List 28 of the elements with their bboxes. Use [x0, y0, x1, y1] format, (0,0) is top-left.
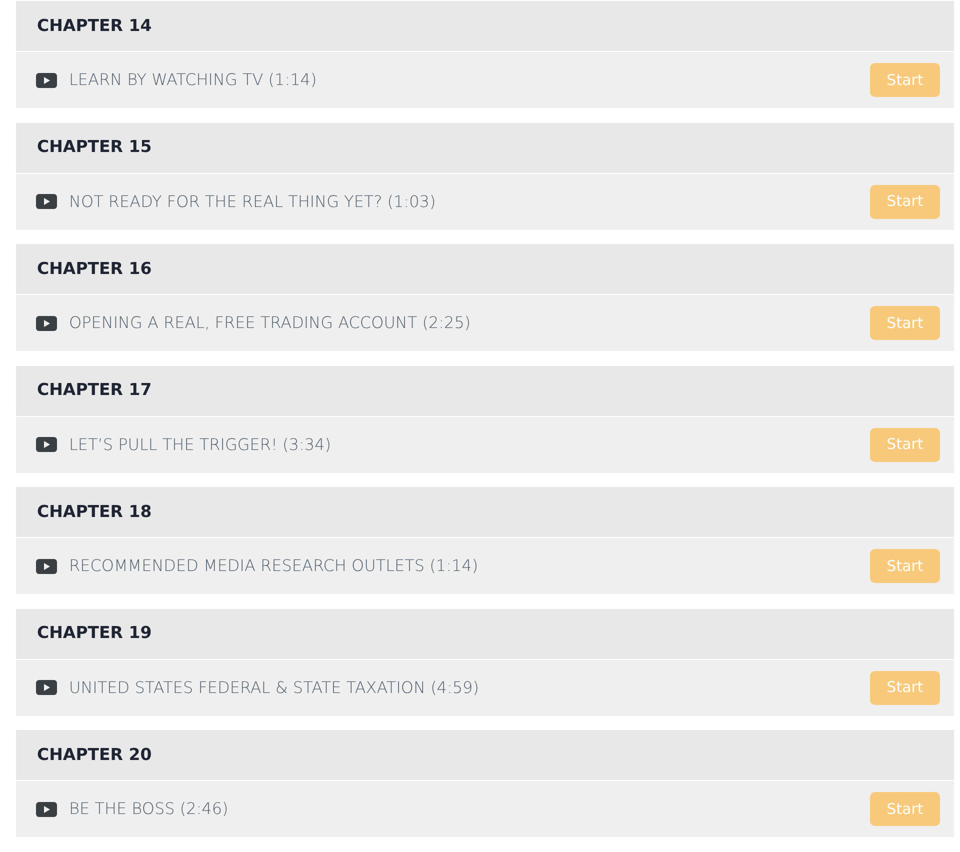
- lesson-title: UNITED STATES FEDERAL & STATE TAXATION (4:59): [69, 676, 480, 698]
- chapter-title: CHAPTER 20: [37, 744, 152, 766]
- start-button[interactable]: Start: [870, 306, 940, 340]
- lesson-title: OPENING A REAL, FREE TRADING ACCOUNT (2:25): [69, 312, 472, 334]
- start-button[interactable]: Start: [870, 549, 940, 583]
- video-play-icon: [36, 194, 57, 209]
- start-button[interactable]: Start: [870, 792, 940, 826]
- chapter-title: CHAPTER 18: [37, 500, 152, 523]
- chapter-title: CHAPTER 19: [37, 622, 152, 644]
- chapter-title: CHAPTER 14: [37, 14, 152, 37]
- lesson-title: LEARN BY WATCHING TV (1:14): [69, 69, 318, 91]
- start-button[interactable]: Start: [870, 428, 940, 462]
- lesson-title: BE THE BOSS (2:46): [69, 798, 230, 820]
- start-button[interactable]: Start: [870, 670, 940, 704]
- lesson-title: RECOMMENDED MEDIA RESEARCH OUTLETS (1:14): [69, 555, 480, 577]
- lesson-title: LET’S PULL THE TRIGGER! (3:34): [69, 434, 332, 456]
- start-button[interactable]: Start: [870, 184, 940, 218]
- chapter-title: CHAPTER 16: [37, 258, 152, 280]
- video-play-icon: [36, 72, 57, 88]
- video-play-icon: [36, 437, 57, 452]
- video-play-icon: [36, 316, 57, 330]
- start-button[interactable]: Start: [870, 63, 940, 97]
- video-play-icon: [36, 558, 57, 574]
- chapter-title: CHAPTER 17: [37, 379, 152, 402]
- video-play-icon: [36, 802, 57, 816]
- video-play-icon: [36, 680, 57, 695]
- lesson-title: NOT READY FOR THE REAL THING YET? (1:03): [69, 190, 437, 212]
- chapter-title: CHAPTER 15: [37, 136, 152, 158]
